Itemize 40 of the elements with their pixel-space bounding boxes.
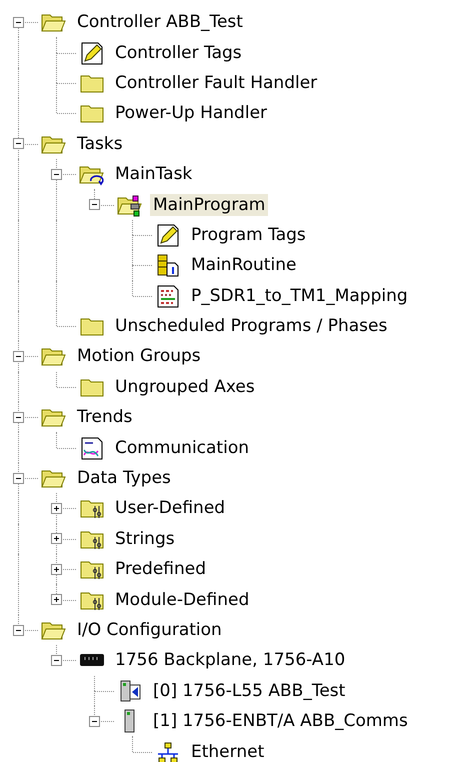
tree-item[interactable]: Predefined [112,558,210,580]
tree-item[interactable]: I/O Configuration [74,619,225,641]
expand-button[interactable] [51,502,62,514]
collapse-button[interactable] [89,716,100,727]
tree-item[interactable]: Trends [74,406,136,428]
expand-button[interactable] [51,533,62,544]
collapse-button[interactable] [89,199,100,210]
tree-item[interactable]: Unscheduled Programs / Phases [112,315,390,338]
tree-item[interactable]: Controller ABB_Test [74,11,246,34]
tree-item[interactable]: Tasks [74,132,126,155]
collapse-button[interactable] [51,654,62,666]
tree-item[interactable]: Module-Defined [112,588,252,611]
tree-item[interactable]: Ethernet [188,740,268,762]
collapse-button[interactable] [13,350,24,362]
tree-item[interactable]: Program Tags [188,224,309,246]
tree-item[interactable]: User-Defined [112,497,228,520]
tree-item[interactable]: MainTask [112,163,196,186]
folder-program-icon [116,192,144,217]
tree-item[interactable]: MainProgram [150,194,268,216]
expand-button[interactable] [51,564,62,575]
tree-item[interactable]: Ungrouped Axes [112,376,258,398]
collapse-button[interactable] [13,412,24,423]
collapse-button[interactable] [51,168,62,180]
tree-item[interactable]: P_SDR1_to_TM1_Mapping [188,284,411,307]
tree-item[interactable]: MainRoutine [188,254,300,276]
collapse-button[interactable] [13,16,24,28]
collapse-button[interactable] [13,138,24,150]
tree-item[interactable]: Strings [112,528,178,550]
tree-item[interactable]: 1756 Backplane, 1756-A10 [112,649,348,672]
expand-button[interactable] [51,594,62,606]
tree-item[interactable]: Communication [112,436,252,459]
tree-item[interactable]: Controller Tags [112,42,245,64]
collapse-button[interactable] [13,472,24,484]
tree-item[interactable]: Motion Groups [74,345,204,368]
tree-item[interactable]: [1] 1756-ENBT/A ABB_Comms [150,710,411,732]
tree-item[interactable]: Data Types [74,467,174,490]
collapse-button[interactable] [13,624,24,636]
tree-item[interactable]: [0] 1756-L55 ABB_Test [150,680,348,702]
tree-item[interactable]: Power-Up Handler [112,102,270,124]
tree-item[interactable]: Controller Fault Handler [112,72,320,94]
